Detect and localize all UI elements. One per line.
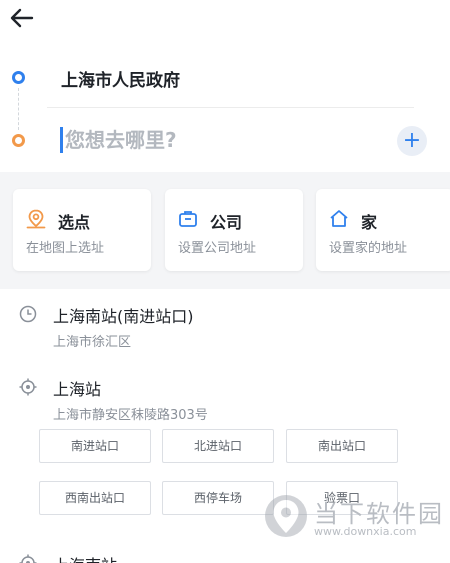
history-title: 上海南站(南进站口) bbox=[53, 307, 194, 326]
watermark-text: 当下软件园 bbox=[314, 500, 444, 528]
watermark-url: www.downxia.com bbox=[314, 525, 417, 538]
home-card[interactable]: 家 设置家的地址 bbox=[316, 189, 450, 271]
card-subtitle: 设置公司地址 bbox=[178, 241, 257, 256]
card-title: 公司 bbox=[210, 213, 243, 232]
card-title: 选点 bbox=[58, 213, 91, 232]
history-title: 上海南站 bbox=[53, 552, 117, 563]
company-card[interactable]: 公司 设置公司地址 bbox=[165, 189, 303, 271]
history-title: 上海站 bbox=[53, 380, 102, 399]
location-target-icon bbox=[19, 378, 37, 396]
destination-dot-icon bbox=[12, 134, 25, 147]
card-subtitle: 在地图上选址 bbox=[26, 241, 105, 256]
map-pin-icon bbox=[26, 209, 46, 229]
history-subtitle: 上海市徐汇区 bbox=[53, 335, 132, 350]
pick-on-map-card[interactable]: 选点 在地图上选址 bbox=[13, 189, 151, 271]
entrance-chip[interactable]: 南进站口 bbox=[39, 429, 151, 463]
briefcase-icon bbox=[179, 211, 197, 227]
back-button[interactable] bbox=[8, 4, 38, 32]
arrow-left-icon bbox=[10, 8, 34, 28]
clock-icon bbox=[19, 305, 37, 323]
destination-input[interactable] bbox=[63, 122, 385, 158]
entrance-chip[interactable]: 南出站口 bbox=[286, 429, 398, 463]
card-subtitle: 设置家的地址 bbox=[329, 241, 408, 256]
route-connector bbox=[18, 88, 19, 130]
origin-field[interactable]: 上海市人民政府 bbox=[61, 66, 180, 91]
route-divider bbox=[47, 107, 414, 108]
entrance-chip[interactable]: 北进站口 bbox=[162, 429, 274, 463]
card-title: 家 bbox=[361, 213, 378, 232]
entrance-chip[interactable]: 西南出站口 bbox=[39, 481, 151, 515]
entrance-chip[interactable]: 西停车场 bbox=[162, 481, 274, 515]
history-item[interactable]: 上海南站 bbox=[0, 545, 450, 563]
origin-dot-icon bbox=[12, 71, 25, 84]
home-icon bbox=[330, 210, 348, 227]
watermark-logo-icon bbox=[265, 495, 307, 537]
location-target-icon bbox=[19, 554, 37, 563]
add-stop-button[interactable]: + bbox=[397, 126, 427, 156]
history-subtitle: 上海市静安区秣陵路303号 bbox=[53, 408, 208, 423]
